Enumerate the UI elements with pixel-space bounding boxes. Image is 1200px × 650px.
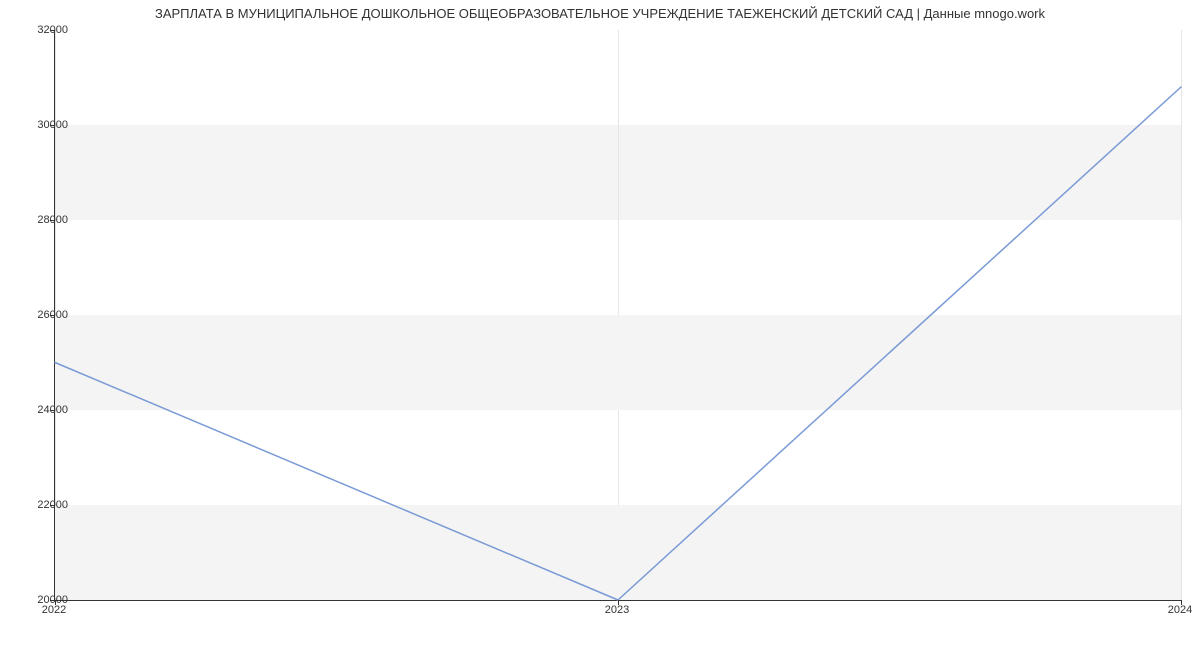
salary-line-chart: ЗАРПЛАТА В МУНИЦИПАЛЬНОЕ ДОШКОЛЬНОЕ ОБЩЕ…: [0, 0, 1200, 650]
x-tick-label: 2024: [1168, 604, 1192, 616]
y-tick-label: 28000: [22, 214, 68, 226]
y-tick-label: 20000: [22, 594, 68, 606]
y-tick-label: 24000: [22, 404, 68, 416]
chart-title: ЗАРПЛАТА В МУНИЦИПАЛЬНОЕ ДОШКОЛЬНОЕ ОБЩЕ…: [0, 6, 1200, 21]
y-tick-label: 26000: [22, 309, 68, 321]
y-tick-label: 32000: [22, 24, 68, 36]
line-series: [55, 30, 1181, 600]
x-tick-label: 2023: [605, 604, 629, 616]
x-gridline: [1181, 30, 1182, 600]
y-tick-label: 30000: [22, 119, 68, 131]
plot-area: [54, 30, 1181, 601]
y-tick-label: 22000: [22, 499, 68, 511]
